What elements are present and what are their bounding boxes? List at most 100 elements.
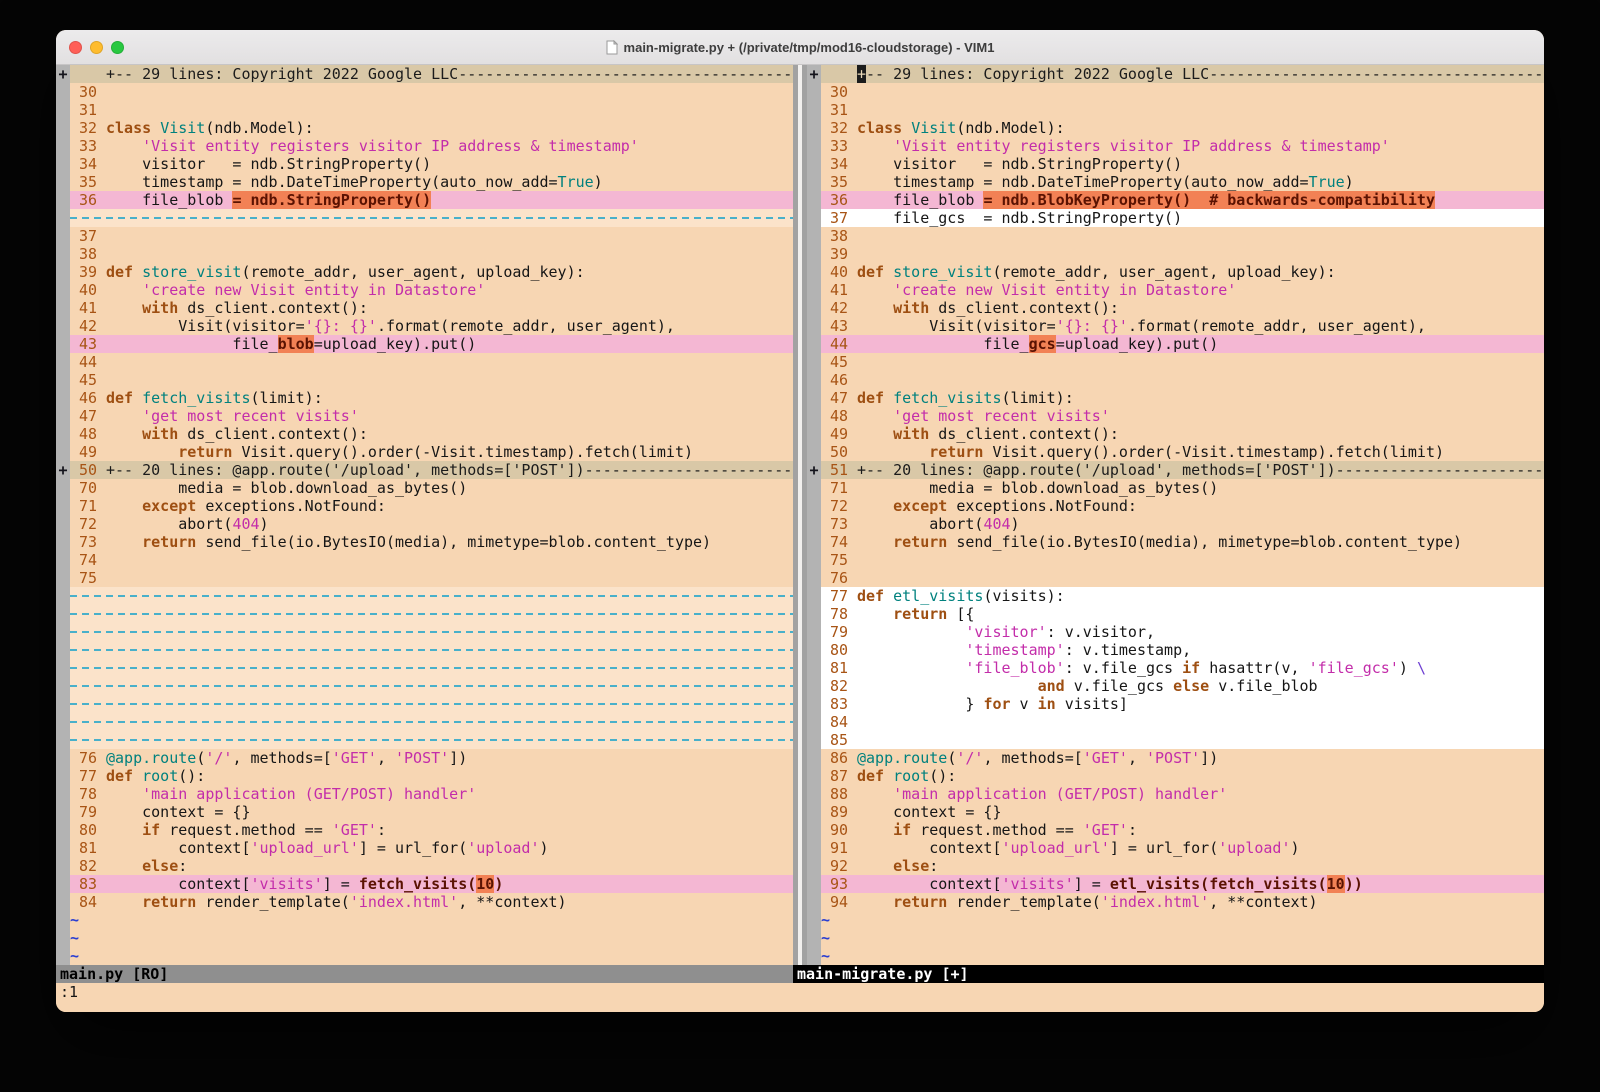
code-line[interactable]: 32class Visit(ndb.Model): [56,119,793,137]
code-line[interactable]: 46def fetch_visits(limit): [56,389,793,407]
diff-added-line[interactable]: 77def etl_visits(visits): [807,587,1544,605]
left-pane-main-py[interactable]: ++-- 29 lines: Copyright 2022 Google LLC… [56,65,793,965]
titlebar[interactable]: main-migrate.py + (/private/tmp/mod16-cl… [56,30,1544,65]
code-line[interactable]: 43 Visit(visitor='{}: {}'.format(remote_… [807,317,1544,335]
diff-changed-line[interactable]: 93 context['visits'] = etl_visits(fetch_… [807,875,1544,893]
code-line[interactable]: 91 context['upload_url'] = url_for('uplo… [807,839,1544,857]
diff-filler-line[interactable] [56,713,793,731]
code-line[interactable]: 94 return render_template('index.html', … [807,893,1544,911]
code-line[interactable]: 48 'get most recent visits' [807,407,1544,425]
code-line[interactable]: 34 visitor = ndb.StringProperty() [56,155,793,173]
code-line[interactable]: 88 'main application (GET/POST) handler' [807,785,1544,803]
code-line[interactable]: 47def fetch_visits(limit): [807,389,1544,407]
code-line[interactable]: 44 [56,353,793,371]
diff-added-line[interactable]: 84 [807,713,1544,731]
code-line[interactable]: 32class Visit(ndb.Model): [807,119,1544,137]
code-line[interactable]: 31 [807,101,1544,119]
code-line[interactable]: 45 [56,371,793,389]
code-line[interactable]: 82 else: [56,857,793,875]
diff-changed-line[interactable]: 43 file_blob=upload_key).put() [56,335,793,353]
diff-added-line[interactable]: 82 and v.file_gcs else v.file_blob [807,677,1544,695]
minimize-button[interactable] [90,41,103,54]
diff-added-line[interactable]: 85 [807,731,1544,749]
code-line[interactable]: 79 context = {} [56,803,793,821]
folded-line[interactable]: +51+-- 20 lines: @app.route('/upload', m… [807,461,1544,479]
code-line[interactable]: 86@app.route('/', methods=['GET', 'POST'… [807,749,1544,767]
empty-buffer-line[interactable]: ~ [807,911,1544,929]
code-line[interactable]: 30 [807,83,1544,101]
code-line[interactable]: 73 return send_file(io.BytesIO(media), m… [56,533,793,551]
code-line[interactable]: 37 [56,227,793,245]
code-line[interactable]: 46 [807,371,1544,389]
code-line[interactable]: 47 'get most recent visits' [56,407,793,425]
code-line[interactable]: 87def root(): [807,767,1544,785]
code-line[interactable]: 34 visitor = ndb.StringProperty() [807,155,1544,173]
empty-buffer-line[interactable]: ~ [56,929,793,947]
diff-added-line[interactable]: 81 'file_blob': v.file_gcs if hasattr(v,… [807,659,1544,677]
code-line[interactable]: 77def root(): [56,767,793,785]
folded-line[interactable]: ++-- 29 lines: Copyright 2022 Google LLC… [807,65,1544,83]
code-line[interactable]: 31 [56,101,793,119]
code-line[interactable]: 50 return Visit.query().order(-Visit.tim… [807,443,1544,461]
code-line[interactable]: 80 if request.method == 'GET': [56,821,793,839]
diff-filler-line[interactable] [56,605,793,623]
diff-filler-line[interactable] [56,587,793,605]
zoom-button[interactable] [111,41,124,54]
code-line[interactable]: 72 except exceptions.NotFound: [807,497,1544,515]
code-line[interactable]: 74 [56,551,793,569]
diff-filler-line[interactable] [56,677,793,695]
code-line[interactable]: 49 return Visit.query().order(-Visit.tim… [56,443,793,461]
diff-added-line[interactable]: 83 } for v in visits] [807,695,1544,713]
diff-added-line[interactable]: 78 return [{ [807,605,1544,623]
diff-filler-line[interactable] [56,209,793,227]
fold-marker-icon[interactable]: + [56,461,70,479]
fold-marker-icon[interactable]: + [807,65,821,83]
code-line[interactable]: 74 return send_file(io.BytesIO(media), m… [807,533,1544,551]
diff-filler-line[interactable] [56,731,793,749]
code-line[interactable]: 40 'create new Visit entity in Datastore… [56,281,793,299]
code-line[interactable]: 40def store_visit(remote_addr, user_agen… [807,263,1544,281]
code-line[interactable]: 89 context = {} [807,803,1544,821]
code-line[interactable]: 39def store_visit(remote_addr, user_agen… [56,263,793,281]
code-line[interactable]: 41 with ds_client.context(): [56,299,793,317]
code-line[interactable]: 90 if request.method == 'GET': [807,821,1544,839]
empty-buffer-line[interactable]: ~ [807,929,1544,947]
code-line[interactable]: 73 abort(404) [807,515,1544,533]
code-line[interactable]: 78 'main application (GET/POST) handler' [56,785,793,803]
right-pane-main-migrate-py[interactable]: ++-- 29 lines: Copyright 2022 Google LLC… [807,65,1544,965]
fold-marker-icon[interactable]: + [807,461,821,479]
code-line[interactable]: 71 except exceptions.NotFound: [56,497,793,515]
folded-line[interactable]: ++-- 29 lines: Copyright 2022 Google LLC… [56,65,793,83]
empty-buffer-line[interactable]: ~ [56,947,793,965]
diff-changed-line[interactable]: 44 file_gcs=upload_key).put() [807,335,1544,353]
vertical-split-separator[interactable] [793,65,807,965]
code-line[interactable]: 70 media = blob.download_as_bytes() [56,479,793,497]
code-line[interactable]: 42 Visit(visitor='{}: {}'.format(remote_… [56,317,793,335]
code-line[interactable]: 76 [807,569,1544,587]
code-line[interactable]: 49 with ds_client.context(): [807,425,1544,443]
command-line[interactable]: :1 [56,983,1544,1001]
diff-added-line[interactable]: 80 'timestamp': v.timestamp, [807,641,1544,659]
code-line[interactable]: 30 [56,83,793,101]
code-line[interactable]: 92 else: [807,857,1544,875]
code-line[interactable]: 35 timestamp = ndb.DateTimeProperty(auto… [807,173,1544,191]
empty-buffer-line[interactable]: ~ [807,947,1544,965]
code-line[interactable]: 76@app.route('/', methods=['GET', 'POST'… [56,749,793,767]
diff-changed-line[interactable]: 36 file_blob = ndb.StringProperty() [56,191,793,209]
code-line[interactable]: 71 media = blob.download_as_bytes() [807,479,1544,497]
code-line[interactable]: 75 [56,569,793,587]
diff-changed-line[interactable]: 36 file_blob = ndb.BlobKeyProperty() # b… [807,191,1544,209]
code-line[interactable]: 41 'create new Visit entity in Datastore… [807,281,1544,299]
code-line[interactable]: 33 'Visit entity registers visitor IP ad… [807,137,1544,155]
code-line[interactable]: 72 abort(404) [56,515,793,533]
code-line[interactable]: 38 [807,227,1544,245]
code-line[interactable]: 33 'Visit entity registers visitor IP ad… [56,137,793,155]
code-line[interactable]: 75 [807,551,1544,569]
diff-filler-line[interactable] [56,659,793,677]
code-line[interactable]: 84 return render_template('index.html', … [56,893,793,911]
diff-filler-line[interactable] [56,695,793,713]
code-line[interactable]: 38 [56,245,793,263]
diff-filler-line[interactable] [56,623,793,641]
diff-added-line[interactable]: 79 'visitor': v.visitor, [807,623,1544,641]
code-line[interactable]: 81 context['upload_url'] = url_for('uplo… [56,839,793,857]
